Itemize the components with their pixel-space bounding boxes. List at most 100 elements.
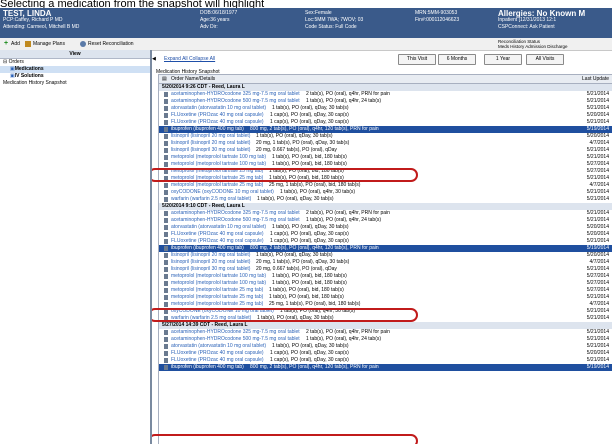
selected-medication-row[interactable]: ibuprofen (ibuprofen 400 mg tab) 800 mg, … — [159, 364, 612, 371]
medication-details: 1 tab(s), PO (oral), qDay, 30 tab(s) — [257, 196, 334, 202]
medication-row[interactable]: FLUoxetine (PROzac 40 mg oral capsule) 1 … — [159, 238, 612, 245]
medication-icon — [164, 155, 168, 160]
medication-row[interactable]: acetaminophen-HYDROcodone 325 mg-7.5 mg … — [159, 210, 612, 217]
last-update-date: 4/7/2014 — [589, 301, 609, 307]
medication-row[interactable]: lisinopril (lisinopril 20 mg oral tablet… — [159, 140, 612, 147]
last-update-date: 5/21/2014 — [586, 147, 609, 153]
medication-icon — [164, 330, 168, 335]
col-order-name[interactable]: Order Name/Details — [171, 75, 215, 83]
reset-reconciliation-button[interactable]: Reset Reconciliation — [80, 40, 134, 48]
medication-row[interactable]: FLUoxetine (PROzac 40 mg oral capsule) 1 … — [159, 350, 612, 357]
six-months-button[interactable]: 6 Months — [438, 54, 476, 65]
all-visits-button[interactable]: All Visits — [526, 54, 564, 65]
medication-name: ibuprofen (ibuprofen 400 mg tab) — [171, 126, 244, 132]
medication-details: 1 tab(s), PO (oral), bid, 180 tab(s) — [272, 273, 347, 279]
medication-row[interactable]: lisinopril (lisinopril 30 mg oral tablet… — [159, 147, 612, 154]
medication-row[interactable]: FLUoxetine (PROzac 40 mg oral capsule) 1 … — [159, 231, 612, 238]
medication-row[interactable]: atorvastatin (atorvastatin 10 mg oral ta… — [159, 224, 612, 231]
medication-row[interactable]: oxyCODONE (oxyCODONE 10 mg oral tablet) 1… — [159, 189, 612, 196]
medication-name: FLUoxetine (PROzac 40 mg oral capsule) — [171, 231, 264, 237]
inpatient: Inpatient [12/31/2013 12:1 — [498, 17, 557, 23]
medication-name: warfarin (warfarin 2.5 mg oral tablet) — [171, 196, 252, 202]
medication-details: 20 mg, 0.667 tab(s), PO (oral), qDay — [256, 266, 337, 272]
medication-name: acetaminophen-HYDROcodone 325 mg-7.5 mg … — [171, 91, 300, 97]
last-update-date: 5/20/2014 — [586, 133, 609, 139]
visit-group-row[interactable]: 5/27/2014 14:39 CDT - Reed, Laura L — [159, 322, 612, 329]
medication-row[interactable]: metoprolol (metoprolol tartrate 100 mg t… — [159, 161, 612, 168]
medication-row[interactable]: acetaminophen-HYDROcodone 500 mg-7.5 mg … — [159, 336, 612, 343]
medication-icon — [164, 99, 168, 104]
medication-icon — [164, 344, 168, 349]
medication-icon — [164, 162, 168, 167]
one-year-button[interactable]: 1 Year — [484, 54, 522, 65]
medication-icon — [164, 113, 168, 118]
medication-details: 2 tab(s), PO (oral), q4hr, PRN for pain — [306, 91, 390, 97]
visit-group-row[interactable]: 5/20/2014 9:10 CDT - Reed, Laura L — [159, 203, 612, 210]
last-update-date: 5/21/2014 — [586, 329, 609, 335]
medication-row[interactable]: lisinopril (lisinopril 30 mg oral tablet… — [159, 266, 612, 273]
view-header: View — [0, 50, 150, 59]
allergies[interactable]: Allergies: No Known M — [498, 10, 585, 18]
medication-name: atorvastatin (atorvastatin 10 mg oral ta… — [171, 343, 267, 349]
medication-row[interactable]: warfarin (warfarin 2.5 mg oral tablet) 1 … — [159, 196, 612, 203]
last-update-date: 5/19/2014 — [586, 126, 609, 132]
last-update-date: 5/21/2014 — [586, 238, 609, 244]
medication-row[interactable]: metoprolol (metoprolol tartrate 25 mg ta… — [159, 294, 612, 301]
medication-row[interactable]: metoprolol (metoprolol tartrate 25 mg ta… — [159, 182, 612, 189]
medication-name: ibuprofen (ibuprofen 400 mg tab) — [171, 245, 244, 251]
medication-row[interactable]: metoprolol (metoprolol tartrate 100 mg t… — [159, 280, 612, 287]
medication-icon — [164, 218, 168, 223]
patient-name: TEST, LINDA — [3, 9, 52, 18]
medication-details: 1 tab(s), PO (oral), bid, 180 tab(s) — [272, 280, 347, 286]
medication-row[interactable]: acetaminophen-HYDROcodone 500 mg-7.5 mg … — [159, 98, 612, 105]
medication-row[interactable]: metoprolol (metoprolol tartrate 100 mg t… — [159, 154, 612, 161]
last-update-date: 5/27/2014 — [586, 273, 609, 279]
pcp: PCP:Caffey, Richard P MD — [3, 17, 63, 23]
visit-group-row[interactable]: 5/20/2014 9:26 CDT - Reed, Laura L — [159, 84, 612, 91]
medication-icon — [164, 211, 168, 216]
med-history-grid: ▤ Order Name/Details Last Update 5/20/20… — [158, 74, 612, 444]
medication-icon — [164, 148, 168, 153]
add-button[interactable]: + Add — [3, 40, 20, 48]
banner-col-dob: DOB:06/18/1977 Age:36 years Adv Dir: — [200, 10, 237, 31]
highlight-oval-3 — [152, 434, 418, 444]
banner-col-name: TEST, LINDA PCP:Caffey, Richard P MD Att… — [3, 10, 79, 31]
sidebar-item-orders[interactable]: ⊟ Orders — [0, 59, 150, 66]
medication-row[interactable]: FLUoxetine (PROzac 40 mg oral capsule) 1 … — [159, 357, 612, 364]
medication-row[interactable]: metoprolol (metoprolol tartrate 25 mg ta… — [159, 287, 612, 294]
manage-plans-button[interactable]: Manage Plans — [25, 40, 65, 48]
medication-details: 1 cap(s), PO (oral), qDay, 30 cap(s) — [270, 112, 349, 118]
medication-name: metoprolol (metoprolol tartrate 25 mg ta… — [171, 287, 264, 293]
medication-row[interactable]: acetaminophen-HYDROcodone 325 mg-7.5 mg … — [159, 91, 612, 98]
medication-row[interactable]: lisinopril (lisinopril 20 mg oral tablet… — [159, 259, 612, 266]
sidebar-item-medications[interactable]: ▣Medications — [0, 66, 150, 73]
col-last-update[interactable]: Last Update — [582, 75, 609, 83]
medication-row[interactable]: lisinopril (lisinopril 20 mg oral tablet… — [159, 133, 612, 140]
medication-row[interactable]: metoprolol (metoprolol tartrate 25 mg ta… — [159, 301, 612, 308]
sidebar-item-med-history[interactable]: Medication History Snapshot — [0, 80, 150, 87]
medication-row[interactable]: atorvastatin (atorvastatin 10 mg oral ta… — [159, 343, 612, 350]
medication-row[interactable]: FLUoxetine (PROzac 40 mg oral capsule) 1 … — [159, 112, 612, 119]
medication-row[interactable]: acetaminophen-HYDROcodone 500 mg-7.5 mg … — [159, 217, 612, 224]
selected-medication-row[interactable]: ibuprofen (ibuprofen 400 mg tab) 800 mg, … — [159, 245, 612, 252]
age: Age:36 years — [200, 17, 230, 23]
last-update-date: 5/27/2014 — [586, 168, 609, 174]
collapse-arrow-icon[interactable]: ◀ — [152, 56, 156, 62]
medication-row[interactable]: atorvastatin (atorvastatin 10 mg oral ta… — [159, 105, 612, 112]
medication-name: metoprolol (metoprolol tartrate 100 mg t… — [171, 161, 267, 167]
last-update-date: 5/21/2014 — [586, 266, 609, 272]
medication-icon — [164, 274, 168, 279]
medication-icon — [164, 337, 168, 342]
medication-row[interactable]: metoprolol (metoprolol tartrate 100 mg t… — [159, 273, 612, 280]
selected-medication-row[interactable]: ibuprofen (ibuprofen 400 mg tab) 800 mg, … — [159, 126, 612, 133]
medication-row[interactable]: FLUoxetine (PROzac 40 mg oral capsule) 1 … — [159, 119, 612, 126]
grid-icon: ▤ — [162, 76, 167, 82]
medication-name: atorvastatin (atorvastatin 10 mg oral ta… — [171, 224, 267, 230]
sidebar-item-iv-solutions[interactable]: ▣IV Solutions — [0, 73, 150, 80]
this-visit-button[interactable]: This Visit — [398, 54, 436, 65]
medication-row[interactable]: lisinopril (lisinopril 20 mg oral tablet… — [159, 252, 612, 259]
medication-row[interactable]: acetaminophen-HYDROcodone 325 mg-7.5 mg … — [159, 329, 612, 336]
medication-name: acetaminophen-HYDROcodone 325 mg-7.5 mg … — [171, 329, 300, 335]
expand-collapse-link[interactable]: Expand All Collapse All — [164, 56, 215, 62]
medication-name: lisinopril (lisinopril 20 mg oral tablet… — [171, 133, 251, 139]
